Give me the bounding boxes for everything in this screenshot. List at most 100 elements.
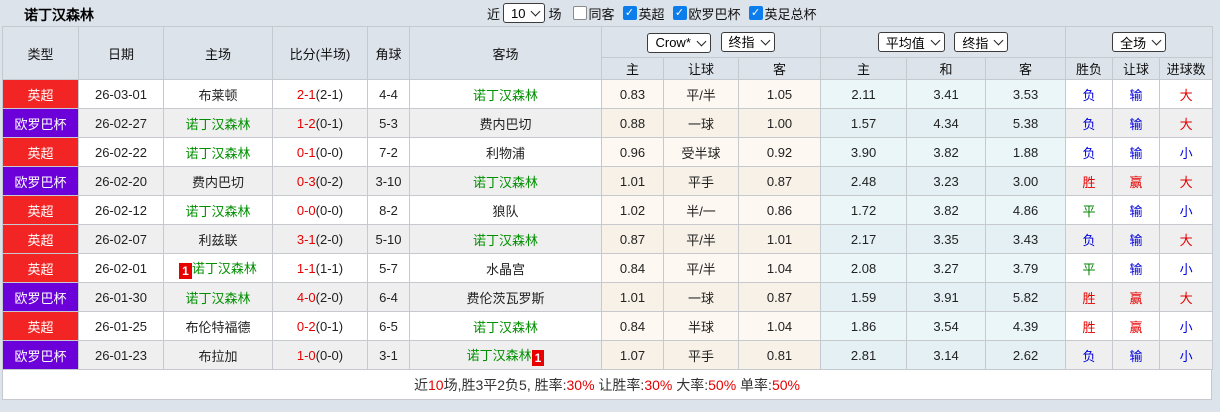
avg-draw-odds: 4.34	[906, 108, 987, 138]
team-name[interactable]: 水晶宫	[486, 262, 525, 277]
team-name[interactable]: 布拉加	[198, 349, 237, 364]
result-wdl: 胜	[1065, 166, 1114, 196]
average-select[interactable]: 平均值	[877, 32, 945, 52]
avg-draw-odds: 3.41	[906, 79, 987, 109]
summary-stat-value: 30%	[644, 376, 673, 393]
away-team-cell: 费伦茨瓦罗斯	[409, 282, 602, 312]
handicap-away-odds: 0.92	[737, 137, 822, 167]
handicap-line: 一球	[663, 108, 739, 138]
team-name[interactable]: 诺丁汉森林	[473, 88, 538, 103]
handicap-away-odds: 0.87	[737, 282, 822, 312]
result-handicap: 赢	[1112, 282, 1161, 312]
avg-draw-odds: 3.82	[906, 195, 987, 225]
handicap-line: 平/半	[663, 79, 739, 109]
league-badge: 英超	[2, 253, 79, 283]
team-name[interactable]: 诺丁汉森林	[473, 233, 538, 248]
result-goals: 小	[1159, 253, 1214, 283]
team-name[interactable]: 诺丁汉森林	[185, 117, 250, 132]
home-team-cell: 诺丁汉森林	[163, 108, 273, 138]
bookmaker-stage-select[interactable]: 终指	[720, 31, 775, 52]
team-name[interactable]: 诺丁汉森林	[185, 291, 250, 306]
fulltime-score: 4-0	[296, 289, 316, 305]
score-cell: 4-0(2-0)	[272, 282, 368, 312]
summary-text: 近10场,胜3平2负5, 胜率:30% 让胜率:30% 大率:50% 单率:50…	[414, 375, 800, 395]
avg-home-odds: 2.17	[820, 224, 908, 254]
result-goals: 大	[1159, 108, 1214, 138]
team-name[interactable]: 狼队	[492, 204, 518, 219]
avg-away-odds: 1.88	[985, 137, 1067, 167]
team-name[interactable]: 费内巴切	[479, 117, 531, 132]
team-name[interactable]: 利物浦	[486, 146, 525, 161]
avg-away-odds: 2.62	[985, 340, 1067, 370]
away-team-cell: 诺丁汉森林	[409, 224, 602, 254]
team-name[interactable]: 费伦茨瓦罗斯	[466, 291, 544, 306]
score-cell: 1-0(0-0)	[272, 340, 368, 370]
score-cell: 3-1(2-0)	[272, 224, 368, 254]
corners: 8-2	[367, 195, 410, 225]
team-name[interactable]: 布伦特福德	[185, 320, 250, 335]
avg-away-odds: 5.82	[985, 282, 1067, 312]
home-team-cell: 1 诺丁汉森林	[163, 253, 273, 283]
fulltime-score: 0-2	[296, 318, 316, 334]
checkbox-checked-icon[interactable]: ✓	[748, 6, 763, 20]
scope-select[interactable]: 全场	[1112, 32, 1167, 52]
corners: 6-4	[367, 282, 410, 312]
team-name[interactable]: 诺丁汉森林	[192, 261, 257, 276]
result-goals: 小	[1159, 137, 1214, 167]
summary-stat-label: 场,胜3平2负5, 胜率:	[443, 376, 567, 393]
recent-count-select[interactable]: 10	[503, 3, 546, 23]
avg-home-odds: 2.11	[820, 79, 908, 109]
halftime-score: (0-1)	[315, 318, 344, 334]
halftime-score: (0-0)	[315, 144, 344, 160]
sub-header-result-goals: 进球数	[1159, 57, 1214, 80]
home-team-cell: 布莱顿	[163, 79, 273, 109]
avg-away-odds: 3.00	[985, 166, 1067, 196]
score-cell: 1-2(0-1)	[272, 108, 368, 138]
team-name[interactable]: 诺丁汉森林	[467, 348, 532, 363]
checkbox-checked-icon[interactable]: ✓	[622, 6, 637, 20]
result-goals: 大	[1159, 79, 1214, 109]
team-name[interactable]: 利兹联	[198, 233, 237, 248]
result-goals: 小	[1159, 195, 1214, 225]
avg-draw-odds: 3.54	[906, 311, 987, 341]
away-team-cell: 诺丁汉森林	[409, 166, 602, 196]
halftime-score: (0-1)	[315, 115, 344, 131]
checkbox-checked-icon[interactable]: ✓	[672, 6, 687, 20]
scope-select-cell: 全场	[1065, 26, 1214, 58]
summary-stat-value: 30%	[566, 376, 595, 393]
fulltime-score: 0-1	[296, 144, 316, 160]
handicap-away-odds: 1.04	[737, 311, 822, 341]
table-row: 欧罗巴杯 26-01-23 布拉加 1-0(0-0) 3-1 诺丁汉森林 1 1.07 平手 0.…	[2, 340, 1214, 370]
handicap-home-odds: 0.96	[601, 137, 664, 167]
result-wdl: 平	[1065, 195, 1114, 225]
result-wdl: 负	[1065, 79, 1114, 109]
average-stage-select[interactable]: 终指	[954, 32, 1009, 52]
away-team-cell: 诺丁汉森林 1	[409, 340, 602, 370]
table-row: 英超 26-02-12 诺丁汉森林 0-0(0-0) 8-2 狼队 1.02 半/一 0.86 1…	[2, 195, 1214, 225]
filter-label: 英超	[638, 6, 665, 22]
fulltime-score: 2-1	[296, 86, 316, 102]
page-title: 诺丁汉森林	[24, 7, 94, 23]
col-header-type: 类型	[2, 26, 79, 80]
team-name[interactable]: 费内巴切	[192, 175, 244, 190]
team-name[interactable]: 诺丁汉森林	[185, 146, 250, 161]
fulltime-score: 0-0	[296, 202, 316, 218]
match-date: 26-01-23	[78, 340, 164, 370]
league-badge: 欧罗巴杯	[2, 166, 79, 196]
recent-count-value: 10	[511, 5, 526, 21]
filter-label: 同客	[588, 6, 615, 22]
team-name[interactable]: 诺丁汉森林	[473, 175, 538, 190]
match-date: 26-01-30	[78, 282, 164, 312]
team-name[interactable]: 诺丁汉森林	[185, 204, 250, 219]
col-header-date: 日期	[78, 26, 164, 80]
fulltime-score: 3-1	[296, 231, 316, 247]
table-row: 英超 26-01-25 布伦特福德 0-2(0-1) 6-5 诺丁汉森林 0.84 半球 1.0…	[2, 311, 1214, 341]
bookmaker-stage-value: 终指	[728, 35, 755, 50]
team-name[interactable]: 布莱顿	[198, 88, 237, 103]
avg-away-odds: 3.79	[985, 253, 1067, 283]
team-name[interactable]: 诺丁汉森林	[473, 320, 538, 335]
checkbox-unchecked-icon[interactable]	[572, 6, 587, 20]
bookmaker-select[interactable]: Crow*	[647, 32, 711, 53]
summary-stat-label: 近	[414, 376, 429, 393]
summary-stat-value: 50%	[771, 376, 800, 393]
